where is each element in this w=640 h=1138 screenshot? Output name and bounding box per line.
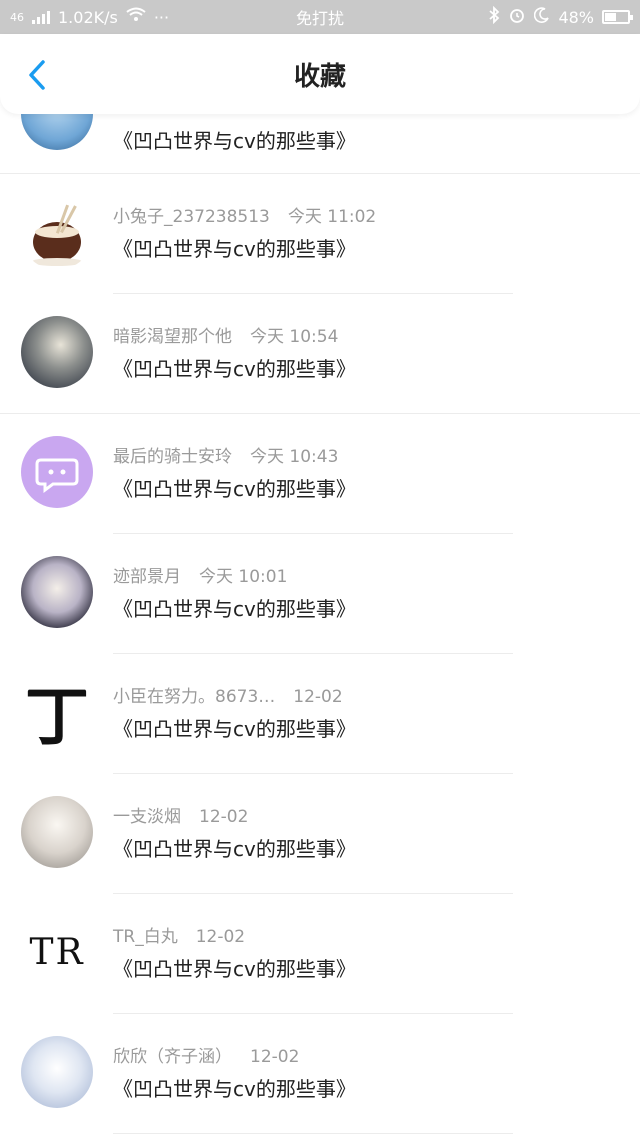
avatar <box>21 114 93 150</box>
avatar <box>21 796 93 868</box>
timestamp: 12-02 <box>195 927 246 947</box>
list-item-content: 《凹凸世界与cv的那些事》 <box>113 957 356 981</box>
avatar-glyph: TR <box>29 931 85 973</box>
list-item-partial[interactable]: 《凹凸世界与cv的那些事》 <box>0 114 640 174</box>
user-name[interactable]: 迹部景月 <box>113 567 181 587</box>
header-bar: 收藏 <box>0 34 640 114</box>
user-name[interactable]: 小臣在努力。8673… <box>113 687 275 707</box>
list-item-content: 《凹凸世界与cv的那些事》 <box>113 837 356 861</box>
list-item[interactable]: 丁 小臣在努力。8673… 12-02 《凹凸世界与cv的那些事》 <box>0 654 640 774</box>
list-item-content: 《凹凸世界与cv的那些事》 <box>113 357 356 381</box>
favorites-list: 《凹凸世界与cv的那些事》 小兔子_237238513 今天 11:02 《凹凸世… <box>0 114 640 1138</box>
user-name[interactable]: 暗影渴望那个他 <box>113 327 232 347</box>
list-item[interactable]: 欣欣（齐子涵） 12-02 《凹凸世界与cv的那些事》 <box>0 1014 640 1134</box>
user-name[interactable]: 一支淡烟 <box>113 807 181 827</box>
avatar: TR <box>21 916 93 988</box>
divider <box>113 1133 513 1134</box>
status-bar: 46 1.02K/s ··· 免打扰 48% <box>0 0 640 34</box>
moon-icon <box>534 7 550 27</box>
network-speed: 1.02K/s <box>58 7 118 27</box>
bluetooth-icon <box>488 5 500 28</box>
battery-percent: 48% <box>558 7 594 27</box>
avatar <box>21 436 93 508</box>
list-item-content: 《凹凸世界与cv的那些事》 <box>113 597 356 621</box>
timestamp: 12-02 <box>250 1047 300 1067</box>
user-name[interactable]: TR_白丸 <box>113 927 178 947</box>
avatar <box>21 1036 93 1108</box>
list-item[interactable]: 一支淡烟 12-02 《凹凸世界与cv的那些事》 <box>0 774 640 894</box>
timestamp: 今天 11:02 <box>287 207 377 227</box>
timestamp: 今天 10:54 <box>250 327 339 347</box>
list-item-content: 《凹凸世界与cv的那些事》 <box>113 129 356 153</box>
battery-icon <box>602 10 633 24</box>
user-name[interactable]: 欣欣（齐子涵） <box>113 1047 232 1067</box>
network-type: 46 <box>10 10 24 24</box>
list-item-content: 《凹凸世界与cv的那些事》 <box>113 237 356 261</box>
signal-icon <box>32 10 50 24</box>
list-item-content: 《凹凸世界与cv的那些事》 <box>113 477 356 501</box>
user-name[interactable]: 小兔子_237238513 <box>113 207 270 227</box>
avatar <box>21 316 93 388</box>
timestamp: 今天 10:43 <box>250 447 339 467</box>
timestamp: 12-02 <box>199 807 249 827</box>
user-name[interactable]: 最后的骑士安玲 <box>113 447 232 467</box>
avatar <box>21 198 93 270</box>
more-dots: ··· <box>153 7 170 27</box>
list-item[interactable]: 小兔子_237238513 今天 11:02 《凹凸世界与cv的那些事》 <box>0 174 640 294</box>
list-item[interactable]: 暗影渴望那个他 今天 10:54 《凹凸世界与cv的那些事》 <box>0 294 640 414</box>
wifi-icon <box>126 7 146 27</box>
avatar <box>21 556 93 628</box>
list-item-content: 《凹凸世界与cv的那些事》 <box>113 1077 356 1101</box>
alarm-icon <box>508 6 526 28</box>
page-title: 收藏 <box>293 62 346 92</box>
list-item[interactable]: 迹部景月 今天 10:01 《凹凸世界与cv的那些事》 <box>0 534 640 654</box>
list-item[interactable]: 最后的骑士安玲 今天 10:43 《凹凸世界与cv的那些事》 <box>0 414 640 534</box>
timestamp: 今天 10:01 <box>199 567 288 587</box>
avatar: 丁 <box>21 676 93 748</box>
list-item-content: 《凹凸世界与cv的那些事》 <box>113 717 356 741</box>
avatar-glyph: 丁 <box>25 680 89 748</box>
list-item[interactable]: TR TR_白丸 12-02 《凹凸世界与cv的那些事》 <box>0 894 640 1014</box>
chat-bubble-icon <box>35 458 79 493</box>
timestamp: 12-02 <box>293 687 343 707</box>
